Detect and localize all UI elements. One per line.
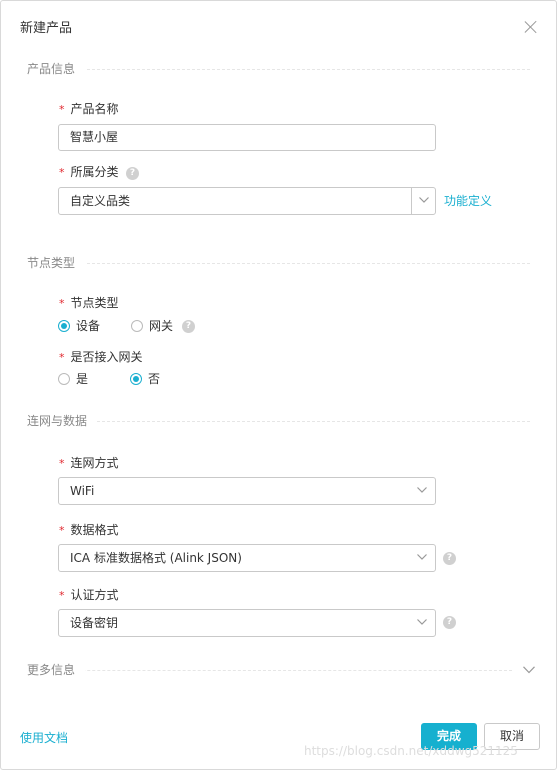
required-mark: * (59, 166, 65, 179)
product-name-input[interactable]: 智慧小屋 (58, 124, 436, 151)
section-title: 更多信息 (27, 662, 86, 678)
required-mark: * (59, 524, 65, 537)
required-mark: * (59, 351, 65, 364)
radio-circle (58, 320, 70, 332)
radio-circle (58, 373, 70, 385)
section-title: 连网与数据 (27, 413, 98, 429)
help-icon[interactable]: ? (126, 167, 139, 180)
dialog-title: 新建产品 (20, 21, 73, 36)
gateway-access-label: * 是否接入网关 (59, 350, 143, 364)
node-type-label: * 节点类型 (59, 296, 119, 310)
network-method-label: * 连网方式 (59, 456, 119, 470)
chevron-down-icon[interactable] (523, 666, 535, 674)
auth-method-label: * 认证方式 (59, 588, 119, 602)
required-mark: * (59, 103, 65, 116)
category-value: 自定义品类 (70, 194, 131, 208)
category-select[interactable]: 自定义品类 (58, 187, 436, 215)
radio-circle (131, 320, 143, 332)
section-product-info: 产品信息 (27, 61, 530, 77)
help-icon[interactable]: ? (443, 616, 456, 629)
section-title: 节点类型 (27, 255, 86, 271)
help-icon[interactable]: ? (443, 552, 456, 565)
network-method-value: WiFi (70, 484, 95, 498)
section-network-data: 连网与数据 (27, 413, 530, 429)
docs-link[interactable]: 使用文档 (20, 729, 68, 746)
required-mark: * (59, 589, 65, 602)
required-mark: * (59, 297, 65, 310)
chevron-down-icon (417, 487, 427, 493)
section-node-type: 节点类型 (27, 255, 530, 271)
product-name-label: * 产品名称 (59, 102, 119, 116)
auth-method-select[interactable]: 设备密钥 (58, 609, 436, 637)
data-format-select[interactable]: ICA 标准数据格式 (Alink JSON) (58, 544, 436, 572)
network-method-select[interactable]: WiFi (58, 477, 436, 505)
chevron-down-icon (419, 197, 429, 203)
section-title: 产品信息 (27, 61, 86, 77)
section-more-info[interactable]: 更多信息 (27, 662, 512, 678)
category-label: * 所属分类 (59, 165, 119, 179)
radio-circle (130, 373, 142, 385)
chevron-down-icon (417, 554, 427, 560)
help-icon[interactable]: ? (182, 320, 195, 333)
watermark: https://blog.csdn.net/xddwg521125 (304, 744, 518, 758)
data-format-label: * 数据格式 (59, 523, 119, 537)
auth-method-value: 设备密钥 (70, 616, 119, 630)
function-definition-link[interactable]: 功能定义 (444, 192, 492, 209)
required-mark: * (59, 457, 65, 470)
new-product-dialog: 新建产品 产品信息 * 产品名称 智慧小屋 * 所属分类 ? 自定义品类 功能定义 … (0, 0, 557, 770)
data-format-value: ICA 标准数据格式 (Alink JSON) (70, 551, 242, 565)
chevron-down-icon (417, 619, 427, 625)
close-icon[interactable] (524, 20, 538, 34)
